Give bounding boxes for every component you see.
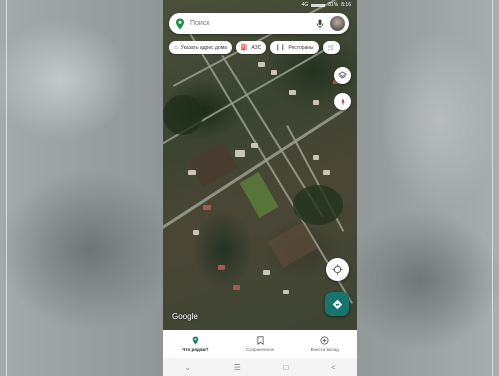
gas-station-icon: ⛽ <box>240 45 249 51</box>
compass-icon <box>341 97 344 106</box>
building <box>188 170 196 175</box>
directions-button[interactable] <box>325 292 349 316</box>
building <box>263 270 270 275</box>
chip-restaurants[interactable]: ❙❙ Рестораны <box>270 41 319 54</box>
chip-label: Указать адрес дома <box>180 44 227 51</box>
network-label: 4G <box>301 2 309 8</box>
home-icon: ⌂ <box>174 44 178 51</box>
menu-icon[interactable]: ☰ <box>234 363 241 372</box>
nav-contribute[interactable]: Внести вклад <box>292 330 357 358</box>
back-icon[interactable]: < <box>331 363 336 372</box>
directions-icon <box>332 299 342 309</box>
building <box>271 70 277 75</box>
status-bar: 4G 81% 8:16 <box>163 0 357 10</box>
phone-screen: 4G 81% 8:16 Поиск ⌂ Указать адрес дома ⛽… <box>163 0 357 376</box>
search-bar[interactable]: Поиск <box>169 13 349 34</box>
search-input[interactable]: Поиск <box>190 20 316 27</box>
map-trees <box>293 185 343 225</box>
chip-home-address[interactable]: ⌂ Указать адрес дома <box>169 41 232 54</box>
building <box>251 143 258 148</box>
nav-label: Сохраненное <box>246 347 274 352</box>
contribute-icon <box>320 336 329 345</box>
battery-label: 81% <box>328 2 339 8</box>
category-chips: ⌂ Указать адрес дома ⛽ АЗС ❙❙ Рестораны … <box>169 41 357 55</box>
building <box>313 100 319 105</box>
building <box>203 205 211 210</box>
building <box>193 230 199 235</box>
my-location-button[interactable] <box>326 258 349 281</box>
building <box>283 290 289 294</box>
maps-pin-icon <box>175 18 185 30</box>
chip-shopping[interactable]: 🛒 <box>322 41 341 54</box>
building <box>258 62 265 67</box>
nav-explore[interactable]: Что рядом? <box>163 330 228 358</box>
chip-gas-stations[interactable]: ⛽ АЗС <box>235 41 267 54</box>
building <box>313 155 319 160</box>
signal-icon <box>311 3 326 7</box>
building <box>289 90 296 95</box>
layers-icon <box>338 71 347 79</box>
chip-label: Рестораны <box>288 44 314 51</box>
nav-label: Внести вклад <box>310 347 339 352</box>
clock: 8:16 <box>341 2 351 8</box>
compass-button[interactable] <box>334 93 351 110</box>
bookmark-icon <box>256 336 265 345</box>
map-trees <box>163 95 203 135</box>
nav-label: Что рядом? <box>182 347 209 352</box>
building <box>235 150 245 157</box>
map-field <box>268 222 318 268</box>
shopping-cart-icon: 🛒 <box>327 45 336 51</box>
crosshair-icon <box>332 264 343 275</box>
building <box>323 170 330 175</box>
account-avatar[interactable] <box>330 16 345 31</box>
left-border <box>6 0 7 376</box>
building <box>233 285 240 290</box>
right-border <box>492 0 493 376</box>
microphone-icon[interactable] <box>316 19 324 29</box>
google-attribution: Google <box>172 312 198 321</box>
nav-saved[interactable]: Сохраненное <box>228 330 293 358</box>
explore-pin-icon <box>191 336 200 345</box>
bottom-navigation: Что рядом? Сохраненное Внести вклад <box>163 330 357 358</box>
chip-label: АЗС <box>251 44 262 51</box>
restaurant-icon: ❙❙ <box>275 45 286 51</box>
system-navigation-bar: ⌄ ☰ □ < <box>163 358 357 376</box>
home-icon[interactable]: □ <box>283 363 288 372</box>
layers-button[interactable] <box>334 67 351 84</box>
building <box>218 265 225 270</box>
chevron-down-icon[interactable]: ⌄ <box>184 363 191 372</box>
map-field <box>239 172 279 218</box>
